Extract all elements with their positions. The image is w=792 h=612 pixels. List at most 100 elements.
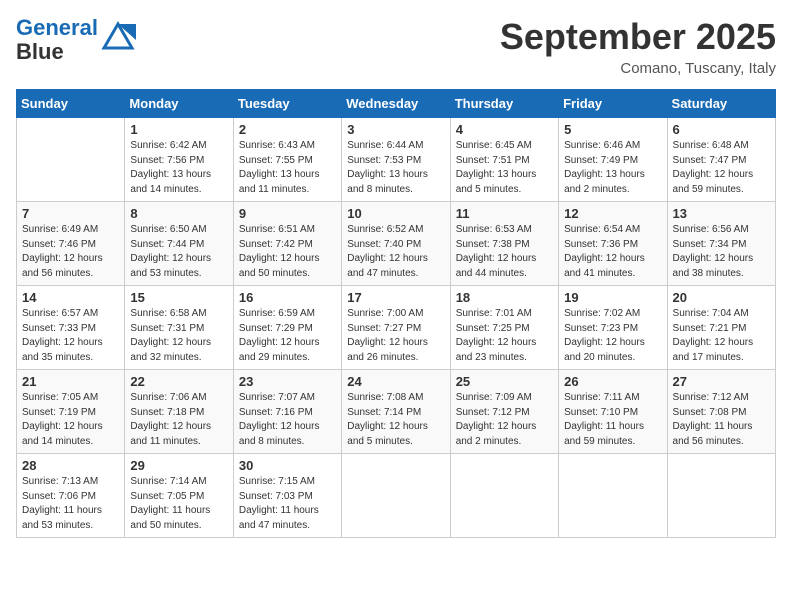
day-number: 16 [239, 290, 336, 305]
day-info: Sunrise: 7:15 AMSunset: 7:03 PMDaylight:… [239, 475, 336, 533]
day-number: 14 [22, 290, 119, 305]
calendar-week-row: 14Sunrise: 6:57 AMSunset: 7:33 PMDayligh… [17, 286, 776, 370]
page-header: General Blue September 2025 Comano, Tusc… [16, 16, 776, 77]
day-info: Sunrise: 7:11 AMSunset: 7:10 PMDaylight:… [564, 391, 661, 449]
weekday-header: Saturday [667, 90, 775, 118]
calendar-week-row: 21 Sunrise: 7:05 AMSunset: 7:19 PMDayligh… [17, 370, 776, 454]
day-number: 30 [239, 458, 336, 473]
weekday-header: Tuesday [233, 90, 341, 118]
day-info: Sunrise: 7:00 AMSunset: 7:27 PMDaylight:… [347, 307, 444, 365]
calendar-cell: 12 Sunrise: 6:54 AMSunset: 7:36 PMDayligh… [559, 202, 667, 286]
day-info: Sunrise: 6:46 AMSunset: 7:49 PMDaylight:… [564, 139, 661, 197]
calendar-cell: 16 Sunrise: 6:59 AMSunset: 7:29 PMDayligh… [233, 286, 341, 370]
calendar-cell: 28 Sunrise: 7:13 AMSunset: 7:06 PMDayligh… [17, 454, 125, 538]
day-number: 27 [673, 374, 770, 389]
calendar-cell: 24 Sunrise: 7:08 AMSunset: 7:14 PMDayligh… [342, 370, 450, 454]
day-number: 17 [347, 290, 444, 305]
calendar-cell: 7 Sunrise: 6:49 AMSunset: 7:46 PMDaylight… [17, 202, 125, 286]
day-info: Sunrise: 6:48 AMSunset: 7:47 PMDaylight:… [673, 139, 770, 197]
day-info: Sunrise: 7:06 AMSunset: 7:18 PMDaylight:… [130, 391, 227, 449]
day-info: Sunrise: 6:43 AMSunset: 7:55 PMDaylight:… [239, 139, 336, 197]
calendar-cell: 4Sunrise: 6:45 AMSunset: 7:51 PMDaylight… [450, 118, 558, 202]
calendar-cell [450, 454, 558, 538]
calendar-cell: 2 Sunrise: 6:43 AMSunset: 7:55 PMDaylight… [233, 118, 341, 202]
day-info: Sunrise: 6:44 AMSunset: 7:53 PMDaylight:… [347, 139, 444, 197]
calendar-cell: 5 Sunrise: 6:46 AMSunset: 7:49 PMDaylight… [559, 118, 667, 202]
calendar-week-row: 28 Sunrise: 7:13 AMSunset: 7:06 PMDayligh… [17, 454, 776, 538]
day-info: Sunrise: 6:50 AMSunset: 7:44 PMDaylight:… [130, 223, 227, 281]
calendar-cell: 17 Sunrise: 7:00 AMSunset: 7:27 PMDayligh… [342, 286, 450, 370]
day-info: Sunrise: 6:59 AMSunset: 7:29 PMDaylight:… [239, 307, 336, 365]
day-info: Sunrise: 6:42 AMSunset: 7:56 PMDaylight:… [130, 139, 227, 197]
calendar-cell: 11 Sunrise: 6:53 AMSunset: 7:38 PMDayligh… [450, 202, 558, 286]
day-number: 1 [130, 122, 227, 137]
day-number: 11 [456, 206, 553, 221]
day-number: 25 [456, 374, 553, 389]
calendar-cell: 15 Sunrise: 6:58 AMSunset: 7:31 PMDayligh… [125, 286, 233, 370]
day-info: Sunrise: 6:52 AMSunset: 7:40 PMDaylight:… [347, 223, 444, 281]
location-subtitle: Comano, Tuscany, Italy [500, 60, 776, 77]
calendar-cell: 30 Sunrise: 7:15 AMSunset: 7:03 PMDayligh… [233, 454, 341, 538]
day-info: Sunrise: 7:12 AMSunset: 7:08 PMDaylight:… [673, 391, 770, 449]
calendar-cell: 18Sunrise: 7:01 AMSunset: 7:25 PMDayligh… [450, 286, 558, 370]
logo-icon [100, 20, 136, 52]
day-info: Sunrise: 6:49 AMSunset: 7:46 PMDaylight:… [22, 223, 119, 281]
day-number: 23 [239, 374, 336, 389]
calendar-cell: 27 Sunrise: 7:12 AMSunset: 7:08 PMDayligh… [667, 370, 775, 454]
day-number: 21 [22, 374, 119, 389]
day-number: 9 [239, 206, 336, 221]
weekday-header: Sunday [17, 90, 125, 118]
weekday-header: Monday [125, 90, 233, 118]
weekday-header: Wednesday [342, 90, 450, 118]
weekday-header-row: SundayMondayTuesdayWednesdayThursdayFrid… [17, 90, 776, 118]
calendar-cell: 10Sunrise: 6:52 AMSunset: 7:40 PMDayligh… [342, 202, 450, 286]
day-info: Sunrise: 6:53 AMSunset: 7:38 PMDaylight:… [456, 223, 553, 281]
calendar-cell: 1 Sunrise: 6:42 AMSunset: 7:56 PMDaylight… [125, 118, 233, 202]
day-number: 6 [673, 122, 770, 137]
day-number: 8 [130, 206, 227, 221]
day-info: Sunrise: 7:09 AMSunset: 7:12 PMDaylight:… [456, 391, 553, 449]
day-number: 26 [564, 374, 661, 389]
day-number: 18 [456, 290, 553, 305]
calendar-cell: 25 Sunrise: 7:09 AMSunset: 7:12 PMDayligh… [450, 370, 558, 454]
month-title: September 2025 [500, 16, 776, 58]
day-info: Sunrise: 7:13 AMSunset: 7:06 PMDaylight:… [22, 475, 119, 533]
day-number: 12 [564, 206, 661, 221]
day-info: Sunrise: 7:07 AMSunset: 7:16 PMDaylight:… [239, 391, 336, 449]
calendar-cell: 21 Sunrise: 7:05 AMSunset: 7:19 PMDayligh… [17, 370, 125, 454]
day-info: Sunrise: 7:02 AMSunset: 7:23 PMDaylight:… [564, 307, 661, 365]
title-block: September 2025 Comano, Tuscany, Italy [500, 16, 776, 77]
day-number: 24 [347, 374, 444, 389]
calendar-week-row: 7 Sunrise: 6:49 AMSunset: 7:46 PMDaylight… [17, 202, 776, 286]
day-number: 5 [564, 122, 661, 137]
calendar-cell: 8 Sunrise: 6:50 AMSunset: 7:44 PMDaylight… [125, 202, 233, 286]
calendar-cell [559, 454, 667, 538]
day-number: 22 [130, 374, 227, 389]
calendar-cell: 29Sunrise: 7:14 AMSunset: 7:05 PMDayligh… [125, 454, 233, 538]
calendar-week-row: 1 Sunrise: 6:42 AMSunset: 7:56 PMDaylight… [17, 118, 776, 202]
logo-text: General Blue [16, 16, 98, 64]
day-number: 15 [130, 290, 227, 305]
day-number: 4 [456, 122, 553, 137]
day-number: 28 [22, 458, 119, 473]
day-number: 2 [239, 122, 336, 137]
calendar-cell: 26 Sunrise: 7:11 AMSunset: 7:10 PMDayligh… [559, 370, 667, 454]
calendar-cell: 6 Sunrise: 6:48 AMSunset: 7:47 PMDaylight… [667, 118, 775, 202]
day-info: Sunrise: 6:54 AMSunset: 7:36 PMDaylight:… [564, 223, 661, 281]
day-info: Sunrise: 7:08 AMSunset: 7:14 PMDaylight:… [347, 391, 444, 449]
day-info: Sunrise: 6:58 AMSunset: 7:31 PMDaylight:… [130, 307, 227, 365]
day-number: 3 [347, 122, 444, 137]
calendar-cell: 20Sunrise: 7:04 AMSunset: 7:21 PMDayligh… [667, 286, 775, 370]
day-number: 19 [564, 290, 661, 305]
calendar-cell: 3 Sunrise: 6:44 AMSunset: 7:53 PMDaylight… [342, 118, 450, 202]
day-number: 29 [130, 458, 227, 473]
day-number: 13 [673, 206, 770, 221]
day-info: Sunrise: 7:04 AMSunset: 7:21 PMDaylight:… [673, 307, 770, 365]
day-info: Sunrise: 6:56 AMSunset: 7:34 PMDaylight:… [673, 223, 770, 281]
day-number: 7 [22, 206, 119, 221]
day-info: Sunrise: 7:05 AMSunset: 7:19 PMDaylight:… [22, 391, 119, 449]
calendar-cell: 19 Sunrise: 7:02 AMSunset: 7:23 PMDayligh… [559, 286, 667, 370]
calendar-cell: 13 Sunrise: 6:56 AMSunset: 7:34 PMDayligh… [667, 202, 775, 286]
calendar-cell [342, 454, 450, 538]
weekday-header: Thursday [450, 90, 558, 118]
